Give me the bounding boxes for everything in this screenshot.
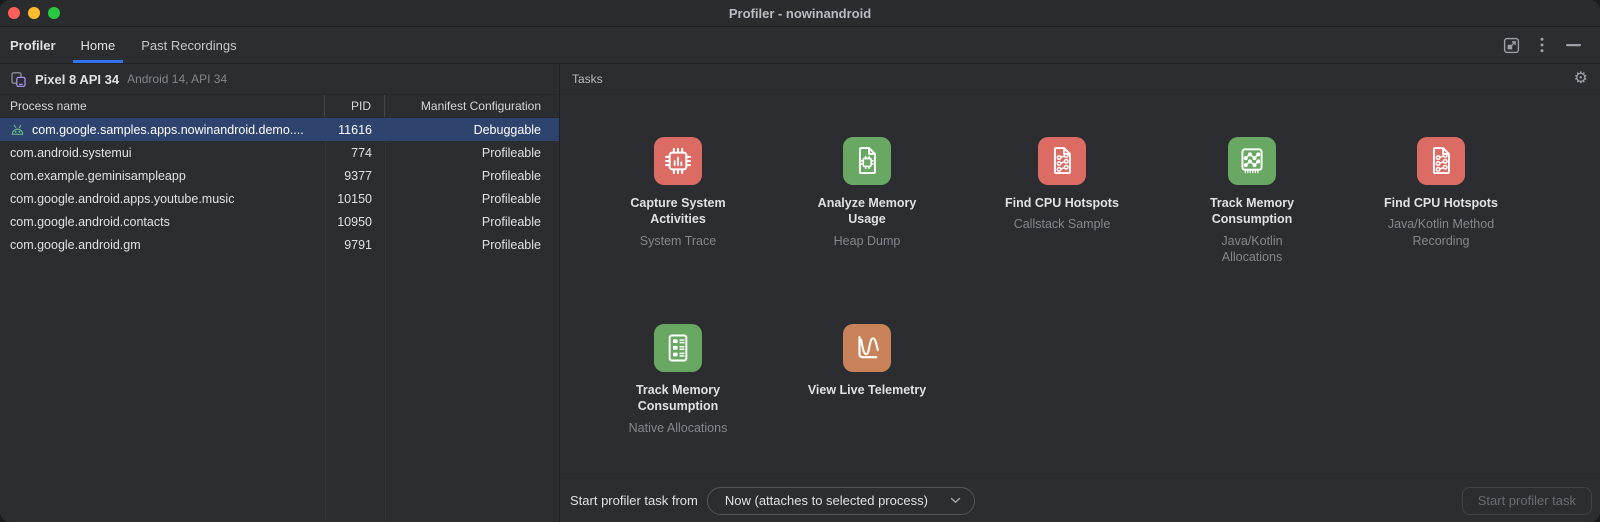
process-row[interactable]: com.google.android.gm 9791Profileable	[0, 233, 559, 256]
process-name-cell: com.google.android.gm	[0, 238, 325, 252]
task-title: Analyze Memory Usage	[801, 195, 933, 228]
task-title: Track Memory Consumption	[1186, 195, 1318, 228]
zoom-window-button[interactable]	[48, 7, 60, 19]
process-manifest: Profileable	[385, 215, 559, 229]
task-callstack-sample[interactable]: Find CPU Hotspots Callstack Sample	[992, 137, 1132, 233]
telemetry-icon	[843, 324, 891, 372]
tab-bar-actions	[1502, 27, 1582, 63]
traffic-lights	[0, 7, 60, 19]
column-manifest-configuration[interactable]: Manifest Configuration	[385, 95, 559, 117]
doc-graph-icon	[1038, 137, 1086, 185]
task-java-kotlin-allocations[interactable]: Track Memory Consumption Java/Kotlin Allo…	[1182, 137, 1322, 265]
doc-list-icon	[654, 324, 702, 372]
process-pid: 9377	[325, 169, 385, 183]
process-pid: 10950	[325, 215, 385, 229]
process-name: com.android.systemui	[10, 146, 132, 160]
virtual-device-icon	[10, 71, 27, 88]
process-name-cell: com.google.samples.apps.nowinandroid.dem…	[0, 123, 325, 137]
hide-panel-icon[interactable]	[1564, 36, 1582, 54]
column-process-name[interactable]: Process name	[0, 95, 325, 117]
device-graph-icon	[1228, 137, 1276, 185]
main-area: Pixel 8 API 34 Android 14, API 34 Proces…	[0, 64, 1600, 522]
task-subtitle: System Trace	[640, 233, 716, 249]
process-name-cell: com.example.geminisampleapp	[0, 169, 325, 183]
doc-graph-icon	[1417, 137, 1465, 185]
task-title: Find CPU Hotspots	[1005, 195, 1119, 211]
task-system-trace[interactable]: Capture System Activities System Trace	[608, 137, 748, 249]
device-details: Android 14, API 34	[127, 72, 227, 86]
task-title: View Live Telemetry	[808, 382, 926, 398]
tasks-footer: Start profiler task from Now (attaches t…	[560, 478, 1600, 522]
process-name: com.google.samples.apps.nowinandroid.dem…	[32, 123, 304, 137]
profiler-label: Profiler	[10, 27, 56, 63]
process-table-body: com.google.samples.apps.nowinandroid.dem…	[0, 118, 559, 522]
task-subtitle: Callstack Sample	[1014, 216, 1111, 232]
process-row[interactable]: com.google.android.apps.youtube.music 101…	[0, 187, 559, 210]
process-manifest: Debuggable	[385, 123, 559, 137]
task-subtitle: Java/Kotlin Allocations	[1195, 233, 1309, 266]
process-name-cell: com.android.systemui	[0, 146, 325, 160]
doc-chip-icon	[843, 137, 891, 185]
window-title: Profiler - nowinandroid	[0, 6, 1600, 21]
profiler-window: Profiler - nowinandroid Profiler Home Pa…	[0, 0, 1600, 522]
process-row[interactable]: com.android.systemui 774Profileable	[0, 141, 559, 164]
process-name: com.google.android.apps.youtube.music	[10, 192, 234, 206]
tasks-grid: Capture System Activities System Trace An…	[560, 95, 1600, 478]
start-from-dropdown[interactable]: Now (attaches to selected process)	[707, 487, 975, 515]
process-pid: 10150	[325, 192, 385, 206]
device-name: Pixel 8 API 34	[35, 72, 119, 87]
task-title: Capture System Activities	[612, 195, 744, 228]
process-manifest: Profileable	[385, 146, 559, 160]
task-subtitle: Native Allocations	[629, 420, 728, 436]
process-row[interactable]: com.google.android.contacts 10950Profilea…	[0, 210, 559, 233]
process-pid: 774	[325, 146, 385, 160]
process-name: com.google.android.contacts	[10, 215, 170, 229]
tab-home[interactable]: Home	[68, 27, 129, 63]
start-from-label: Start profiler task from	[570, 493, 698, 508]
task-title: Track Memory Consumption	[612, 382, 744, 415]
process-row[interactable]: com.google.samples.apps.nowinandroid.dem…	[0, 118, 559, 141]
device-header[interactable]: Pixel 8 API 34 Android 14, API 34	[0, 64, 559, 95]
process-table-header: Process name PID Manifest Configuration	[0, 95, 559, 118]
title-bar: Profiler - nowinandroid	[0, 0, 1600, 27]
process-pid: 11616	[325, 123, 385, 137]
chip-bars-icon	[654, 137, 702, 185]
tasks-header: Tasks ⚙	[560, 64, 1600, 95]
start-profiler-task-button[interactable]: Start profiler task	[1462, 487, 1592, 515]
task-java-kotlin-method-recording[interactable]: Find CPU Hotspots Java/Kotlin Method Reco…	[1371, 137, 1511, 249]
task-native-allocations[interactable]: Track Memory Consumption Native Allocatio…	[608, 324, 748, 436]
task-heap-dump[interactable]: Analyze Memory Usage Heap Dump	[797, 137, 937, 249]
close-window-button[interactable]	[8, 7, 20, 19]
android-icon	[10, 123, 25, 136]
gear-icon[interactable]: ⚙	[1574, 71, 1588, 87]
process-manifest: Profileable	[385, 169, 559, 183]
process-name: com.google.android.gm	[10, 238, 141, 252]
task-view-live-telemetry[interactable]: View Live Telemetry	[797, 324, 937, 398]
task-subtitle: Java/Kotlin Method Recording	[1384, 216, 1498, 249]
process-name-cell: com.google.android.contacts	[0, 215, 325, 229]
process-pid: 9791	[325, 238, 385, 252]
task-title: Find CPU Hotspots	[1384, 195, 1498, 211]
chevron-down-icon	[950, 497, 961, 504]
process-manifest: Profileable	[385, 238, 559, 252]
minimize-window-button[interactable]	[28, 7, 40, 19]
tab-bar: Profiler Home Past Recordings	[0, 27, 1600, 64]
open-in-new-window-icon[interactable]	[1502, 36, 1520, 54]
process-manifest: Profileable	[385, 192, 559, 206]
tasks-title: Tasks	[572, 72, 603, 86]
process-name: com.example.geminisampleapp	[10, 169, 186, 183]
kebab-menu-icon[interactable]	[1533, 36, 1551, 54]
process-row[interactable]: com.example.geminisampleapp 9377Profileab…	[0, 164, 559, 187]
tab-past-recordings[interactable]: Past Recordings	[128, 27, 249, 63]
process-panel: Pixel 8 API 34 Android 14, API 34 Proces…	[0, 64, 560, 522]
column-pid[interactable]: PID	[325, 95, 385, 117]
task-subtitle: Heap Dump	[834, 233, 901, 249]
start-from-dropdown-value: Now (attaches to selected process)	[725, 493, 928, 508]
tasks-panel: Tasks ⚙ Capture System Activities System …	[560, 64, 1600, 522]
process-name-cell: com.google.android.apps.youtube.music	[0, 192, 325, 206]
